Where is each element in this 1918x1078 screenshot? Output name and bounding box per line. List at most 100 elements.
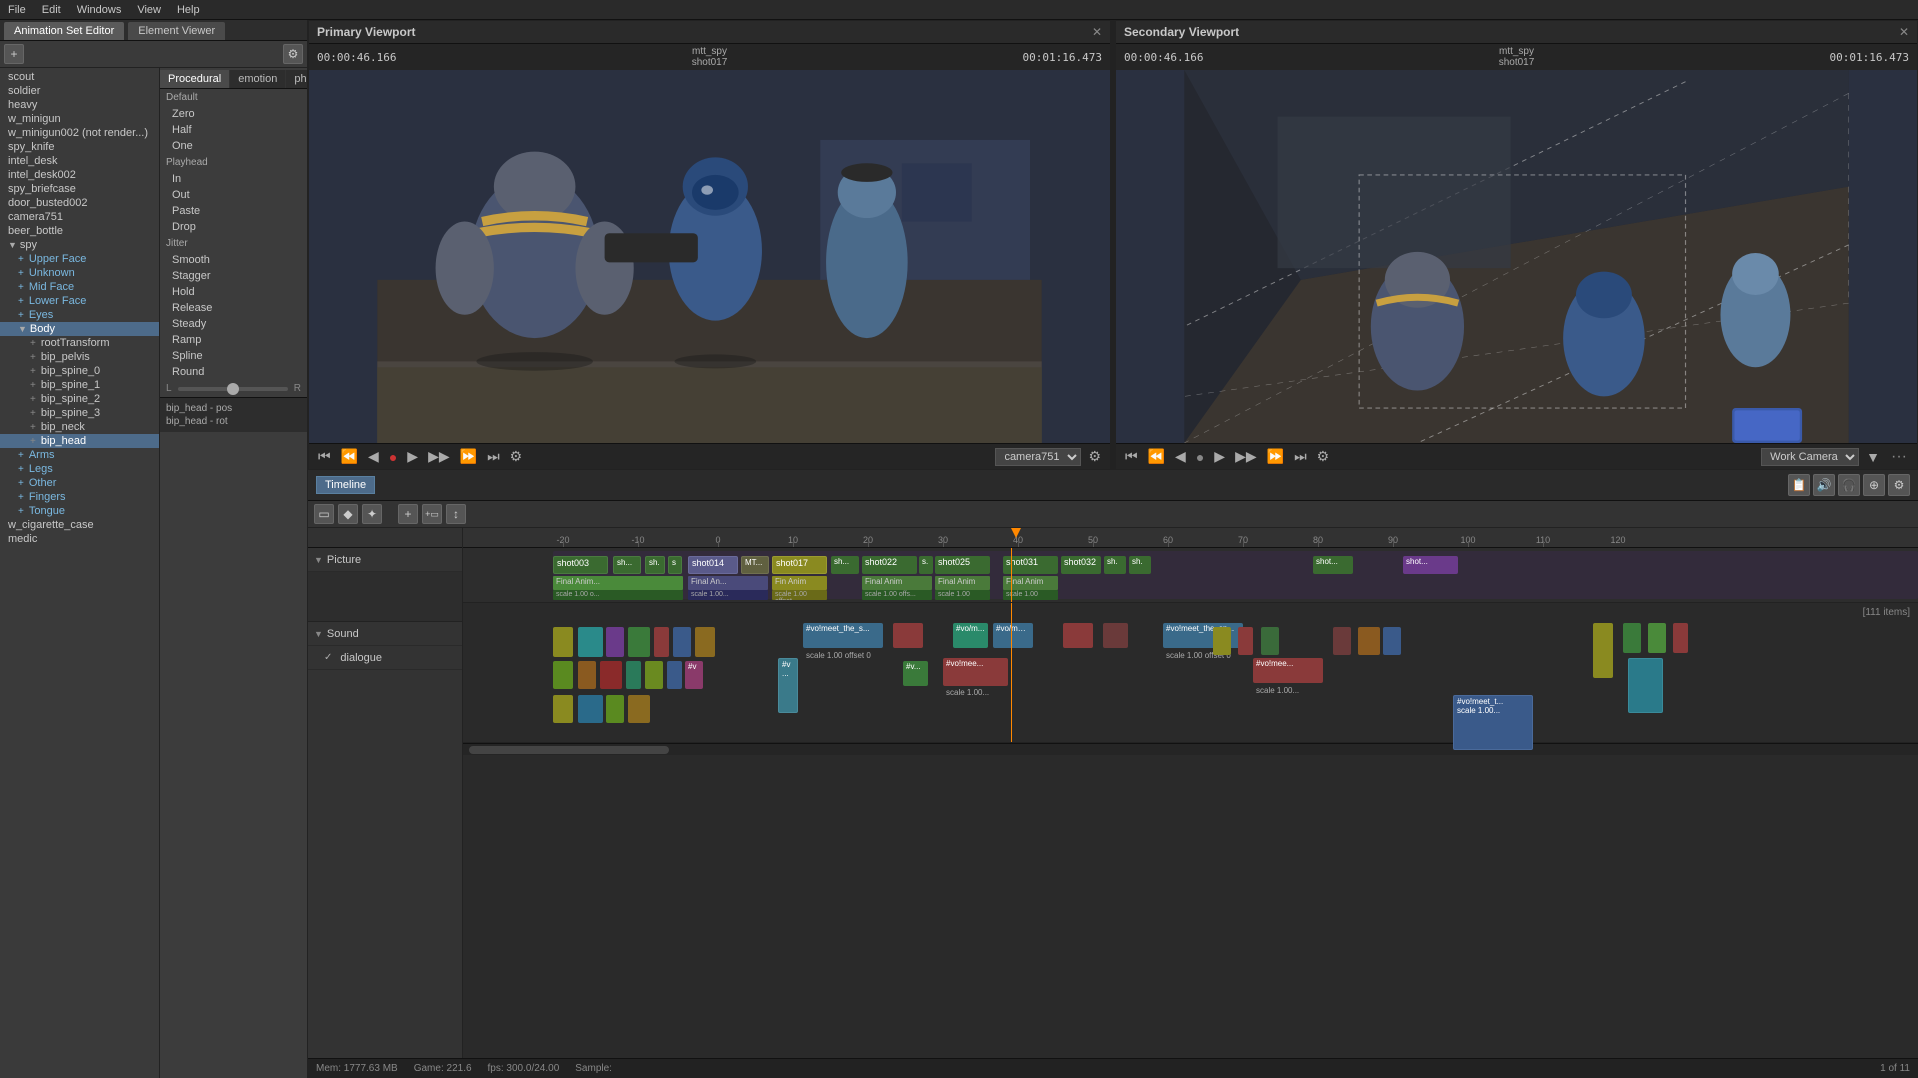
tl-clip-s2[interactable]: s. xyxy=(919,556,933,574)
proc-tab-procedural[interactable]: Procedural xyxy=(160,70,230,88)
snd-clip-2[interactable] xyxy=(578,627,603,657)
snd-clip-r3-1[interactable] xyxy=(553,695,573,723)
snd-clip-vo5[interactable] xyxy=(1063,623,1093,648)
snd-clip-r2-vo1[interactable]: #v... xyxy=(903,661,928,686)
snd-clip-r3-4[interactable] xyxy=(628,695,650,723)
snd-clip-r2-v[interactable]: #v xyxy=(685,661,703,689)
tree-item-mid-face[interactable]: + Mid Face xyxy=(0,280,159,294)
tl-tool-settings[interactable]: ⚙ xyxy=(1888,474,1910,496)
snd-clip-yellow-far[interactable] xyxy=(1593,623,1613,678)
tl-tool-1[interactable]: 📋 xyxy=(1788,474,1810,496)
tl-subclip-2[interactable]: Final An... xyxy=(688,576,768,590)
tree-item-spy-briefcase[interactable]: spy_briefcase xyxy=(0,182,159,196)
tree-item-medic[interactable]: medic xyxy=(0,532,159,546)
tl-clip-sh3[interactable]: sh. xyxy=(1104,556,1126,574)
tl-clip-shot014[interactable]: shot014 xyxy=(688,556,738,574)
tl-subclip-31[interactable]: Final Anim xyxy=(1003,576,1058,590)
secondary-viewport-close[interactable]: ✕ xyxy=(1899,25,1909,39)
tree-item-upper-face[interactable]: + Upper Face xyxy=(0,252,159,266)
snd-clip-right2[interactable] xyxy=(1238,627,1253,655)
snd-clip-right4[interactable] xyxy=(1333,627,1351,655)
tree-item-bip-spine1[interactable]: + bip_spine_1 xyxy=(0,378,159,392)
proc-item-ramp[interactable]: Ramp xyxy=(160,332,307,348)
primary-play-start[interactable]: ⏮ xyxy=(315,447,334,466)
snd-clip-right5[interactable] xyxy=(1358,627,1380,655)
tree-item-camera751[interactable]: camera751 xyxy=(0,210,159,224)
secondary-camera-select[interactable]: Work Camera xyxy=(1761,448,1859,466)
tree-item-bip-neck[interactable]: + bip_neck xyxy=(0,420,159,434)
timeline-tab[interactable]: Timeline xyxy=(316,476,375,494)
proc-item-half[interactable]: Half xyxy=(160,122,307,138)
tl-clip-farright2[interactable]: shot... xyxy=(1403,556,1458,574)
tree-item-wminigun[interactable]: w_minigun xyxy=(0,112,159,126)
tl-clip-shot003[interactable]: shot003 xyxy=(553,556,608,574)
snd-clip-vo6[interactable] xyxy=(1103,623,1128,648)
primary-frame-fwd[interactable]: ▶▶ xyxy=(425,447,453,466)
primary-record[interactable]: ● xyxy=(386,448,400,466)
tree-item-other[interactable]: + Other xyxy=(0,476,159,490)
tree-item-spy[interactable]: ▼ spy xyxy=(0,238,159,252)
secondary-frame-fwd[interactable]: ▶▶ xyxy=(1232,447,1260,466)
tree-item-soldier[interactable]: soldier xyxy=(0,84,159,98)
primary-viewport-close[interactable]: ✕ xyxy=(1092,25,1102,39)
snd-clip-right6[interactable] xyxy=(1383,627,1401,655)
proc-item-release[interactable]: Release xyxy=(160,300,307,316)
snd-clip-vo2[interactable] xyxy=(893,623,923,648)
proc-item-paste[interactable]: Paste xyxy=(160,203,307,219)
tl-label-picture[interactable]: ▼ Picture xyxy=(308,548,462,572)
tl-label-sound[interactable]: ▼ Sound xyxy=(308,622,462,646)
tab-animation-set-editor[interactable]: Animation Set Editor xyxy=(4,22,124,40)
proc-item-out[interactable]: Out xyxy=(160,187,307,203)
tl-subclip-22[interactable]: Final Anim xyxy=(862,576,932,590)
tl-clip-shot022[interactable]: shot022 xyxy=(862,556,917,574)
snd-clip-1[interactable] xyxy=(553,627,573,657)
snd-clip-r2-2[interactable] xyxy=(578,661,596,689)
snd-clip-vo-sp1[interactable]: #vo!mee... xyxy=(1253,658,1323,683)
tl-subclip-25[interactable]: Final Anim xyxy=(935,576,990,590)
tree-item-eyes[interactable]: + Eyes xyxy=(0,308,159,322)
tl-clip-shot025[interactable]: shot025 xyxy=(935,556,990,574)
tl-subclip-1[interactable]: Final Anim... xyxy=(553,576,683,590)
primary-frame-back[interactable]: ◀ xyxy=(365,447,382,466)
tree-item-unknown[interactable]: + Unknown xyxy=(0,266,159,280)
tree-item-roottransform[interactable]: + rootTransform xyxy=(0,336,159,350)
snd-clip-meet-spy[interactable]: #v... xyxy=(778,658,798,713)
proc-item-spline[interactable]: Spline xyxy=(160,348,307,364)
tree-item-door-busted002[interactable]: door_busted002 xyxy=(0,196,159,210)
snd-clip-r3-2[interactable] xyxy=(578,695,603,723)
tl-clip-sh1[interactable]: sh... xyxy=(613,556,641,574)
tree-item-bip-spine0[interactable]: + bip_spine_0 xyxy=(0,364,159,378)
menu-edit[interactable]: Edit xyxy=(42,4,61,16)
timeline-scrollbar-h[interactable] xyxy=(463,743,1918,755)
snd-clip-4[interactable] xyxy=(628,627,650,657)
tl-clip-sh2[interactable]: sh... xyxy=(831,556,859,574)
snd-clip-6[interactable] xyxy=(673,627,691,657)
tree-item-wminigun002[interactable]: w_minigun002 (not render...) xyxy=(0,126,159,140)
tl-clip-mt[interactable]: MT... xyxy=(741,556,769,574)
snd-clip-7[interactable] xyxy=(695,627,715,657)
tree-item-fingers[interactable]: + Fingers xyxy=(0,490,159,504)
tl-tool-2[interactable]: 🔊 xyxy=(1813,474,1835,496)
proc-item-one[interactable]: One xyxy=(160,138,307,154)
snd-clip-r3-3[interactable] xyxy=(606,695,624,723)
secondary-step-fwd[interactable]: ⏩ xyxy=(1264,447,1287,466)
tl-subclip-17[interactable]: Fin Anim xyxy=(772,576,827,590)
tree-item-heavy[interactable]: heavy xyxy=(0,98,159,112)
snd-clip-r2-3[interactable] xyxy=(600,661,622,689)
snd-clip-vo3[interactable]: #vo/m... xyxy=(953,623,988,648)
bip-rot-row[interactable]: bip_head - rot xyxy=(166,415,301,428)
tree-item-bip-spine3[interactable]: + bip_spine_3 xyxy=(0,406,159,420)
primary-step-back[interactable]: ⏪ xyxy=(338,447,361,466)
primary-camera-settings[interactable]: ⚙ xyxy=(1085,447,1104,466)
snd-clip-cyan-far[interactable] xyxy=(1628,658,1663,713)
tree-item-spy-knife[interactable]: spy_knife xyxy=(0,140,159,154)
proc-item-in[interactable]: In xyxy=(160,171,307,187)
tl-clip-shot-sm1[interactable]: sh. xyxy=(645,556,665,574)
proc-item-hold[interactable]: Hold xyxy=(160,284,307,300)
snd-clip-green-far1[interactable] xyxy=(1623,623,1641,653)
tab-element-viewer[interactable]: Element Viewer xyxy=(128,22,225,40)
tree-item-tongue[interactable]: + Tongue xyxy=(0,504,159,518)
tree-item-w-cigarette-case[interactable]: w_cigarette_case xyxy=(0,518,159,532)
secondary-play-start[interactable]: ⏮ xyxy=(1122,447,1141,466)
tl-mode-3[interactable]: ✦ xyxy=(362,504,382,524)
